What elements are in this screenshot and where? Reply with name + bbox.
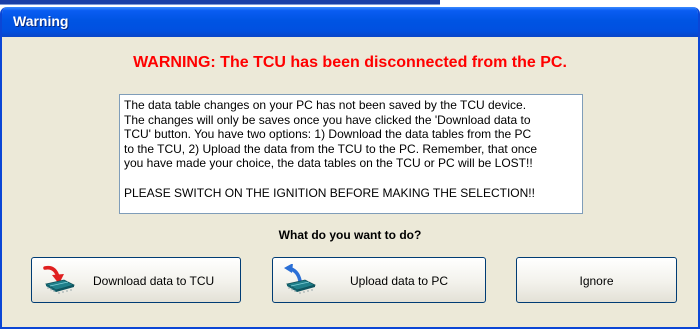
- dialog-title: Warning: [13, 13, 69, 29]
- warning-headline: WARNING: The TCU has been disconnected f…: [133, 54, 567, 71]
- download-data-to-tcu-button[interactable]: Download data to TCU: [31, 257, 241, 303]
- upload-button-label: Upload data to PC: [350, 274, 449, 288]
- question-label: What do you want to do?: [278, 228, 422, 242]
- message-textbox[interactable]: The data table changes on your PC has no…: [119, 94, 583, 214]
- warning-dialog: Warning WARNING: The TCU has been discon…: [0, 7, 700, 329]
- ignore-button-label: Ignore: [579, 274, 614, 288]
- dialog-titlebar[interactable]: Warning: [2, 7, 698, 37]
- upload-data-to-pc-button[interactable]: Upload data to PC: [272, 257, 486, 303]
- background-window-strip: [0, 0, 700, 7]
- message-body: The data table changes on your PC has no…: [124, 98, 538, 170]
- background-window-titlebar: [0, 0, 440, 5]
- download-button-label: Download data to TCU: [93, 274, 215, 288]
- download-to-chip-icon: [43, 265, 76, 294]
- ignore-button[interactable]: Ignore: [516, 257, 677, 303]
- ignition-notice: PLEASE SWITCH ON THE IGNITION BEFORE MAK…: [124, 185, 535, 200]
- upload-from-chip-icon: [284, 264, 317, 294]
